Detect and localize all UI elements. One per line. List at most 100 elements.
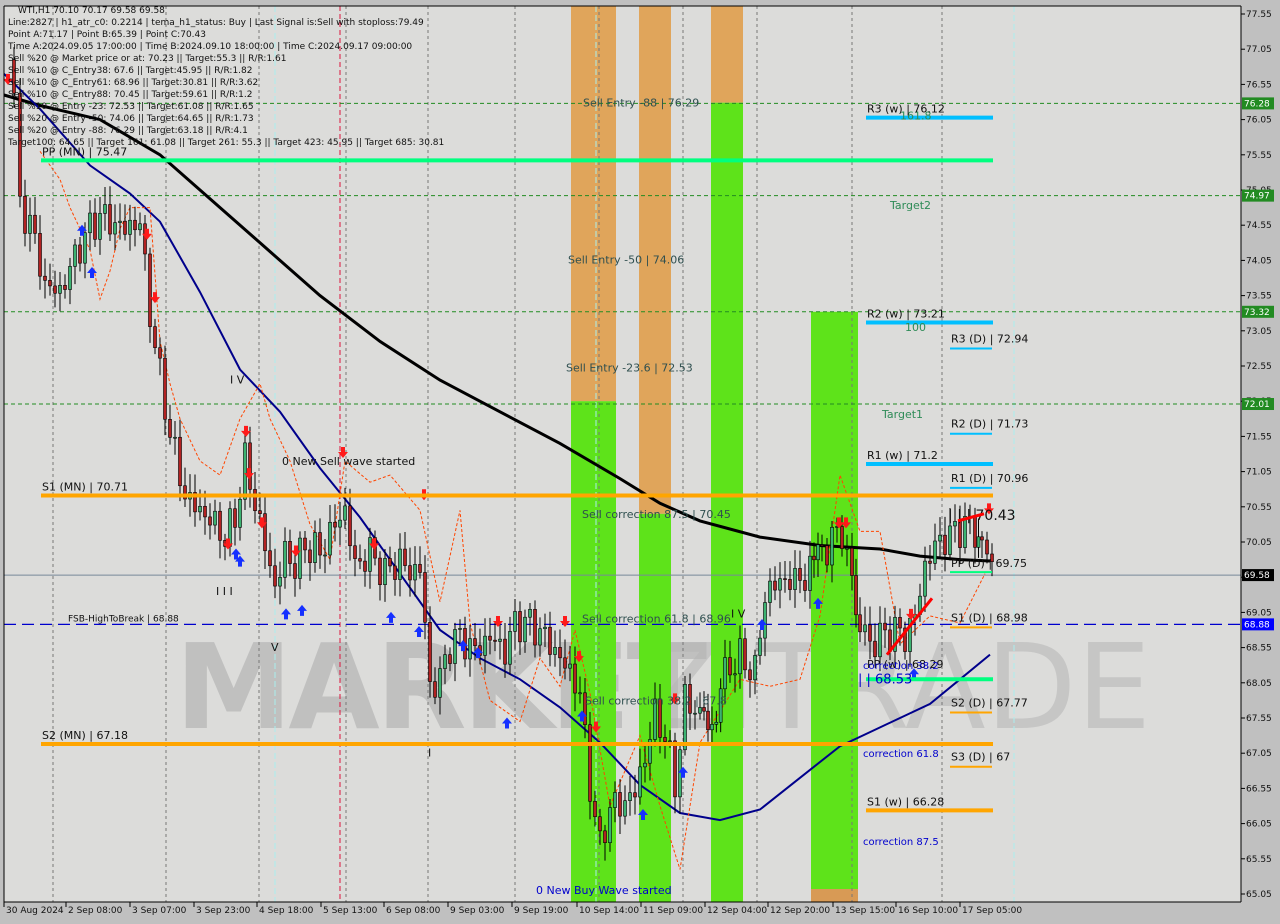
candle-bear (473, 638, 477, 646)
candle-bear (418, 564, 422, 573)
candle-bear (333, 521, 337, 528)
info-line: Sell %20 @ Entry -88: 76.29 || Target:63… (8, 126, 248, 136)
x-tick-label: 2 Sep 08:00 (68, 906, 123, 916)
candle-bear (563, 657, 567, 669)
x-tick-label: 3 Sep 07:00 (132, 906, 187, 916)
candle-bear (728, 657, 732, 676)
candle-bull (538, 628, 542, 646)
candle-bear (588, 724, 592, 802)
zone-label: Sell Entry -23.6 | 72.53 (566, 361, 693, 374)
candle-bear (548, 626, 552, 655)
candle-bear (825, 545, 829, 566)
candle-bear (788, 579, 792, 590)
candle-bear (783, 578, 787, 580)
candle-bull (623, 800, 627, 817)
candle-bull (938, 534, 942, 542)
candle-bull (768, 580, 772, 603)
candle-bear (868, 624, 872, 642)
candle-bear (233, 508, 237, 528)
candle-bear (43, 275, 47, 281)
y-tick-label: 74.55 (1246, 221, 1272, 231)
candle-bear (423, 572, 427, 623)
candle-bear (353, 545, 357, 559)
x-tick-label: 4 Sep 18:00 (259, 906, 314, 916)
candle-bull (238, 498, 242, 528)
correction-label: correction 87.5 (863, 837, 939, 848)
y-tick-label: 67.55 (1246, 714, 1272, 724)
y-tick-label: 72.55 (1246, 362, 1272, 372)
candle-bear (518, 611, 522, 643)
candle-bear (985, 539, 989, 555)
candle-bull (763, 602, 767, 639)
candle-bull (198, 505, 202, 513)
buy-wave-annotation: 0 New Buy Wave started (536, 884, 672, 897)
candle-bear (898, 617, 902, 629)
candle-bear (408, 565, 412, 581)
wave-count-label: I V (731, 607, 746, 620)
daily-level-label: R2 (D) | 71.73 (951, 418, 1028, 431)
candle-bull (628, 792, 632, 801)
candle-bear (673, 740, 677, 798)
target-label: 100 (905, 321, 926, 334)
candle-bull (313, 532, 317, 563)
candle-bear (23, 195, 27, 234)
candle-bear (943, 534, 947, 555)
point-b-annotation: | | 68.53 (858, 672, 912, 687)
x-tick-label: 10 Sep 14:00 (579, 906, 639, 916)
candle-bull (28, 214, 32, 234)
zone-footer (811, 889, 858, 902)
candle-bear (258, 510, 262, 514)
candle-bear (308, 549, 312, 563)
candle-bull (513, 611, 517, 632)
candle-bear (123, 220, 127, 235)
candle-bull (693, 712, 697, 715)
price-tag-label: 73.32 (1244, 308, 1270, 318)
candle-bull (468, 638, 472, 660)
candle-bull (323, 554, 327, 557)
candle-bull (498, 638, 502, 642)
candle-bull (128, 219, 132, 235)
y-tick-label: 68.55 (1246, 644, 1272, 654)
y-tick-label: 76.05 (1246, 116, 1272, 126)
candle-bull (933, 540, 937, 564)
candle-bull (443, 654, 447, 669)
zone-label: Sell correction 87.5 | 70.45 (582, 508, 731, 521)
x-tick-label: 3 Sep 23:00 (196, 906, 251, 916)
candle-bull (73, 244, 77, 267)
candle-bull (98, 213, 102, 240)
fsb-label: FSB-HighToBreak | 68.88 (68, 614, 179, 624)
info-line: Time A:2024.09.05 17:00:00 | Time B:2024… (7, 42, 412, 52)
candle-bull (213, 510, 217, 526)
candle-bear (363, 560, 367, 572)
candle-bear (288, 541, 292, 564)
monthly-level-label: S1 (MN) | 70.71 (42, 481, 128, 494)
candle-bull (553, 647, 557, 655)
candle-bull (816, 544, 820, 561)
candle-bear (488, 635, 492, 641)
x-tick-label: 6 Sep 08:00 (386, 906, 441, 916)
correction-label: correction 61.8 (863, 749, 939, 760)
info-line: Target100: 64.65 || Target 161: 61.08 ||… (7, 138, 444, 148)
candle-bull (383, 558, 387, 585)
candle-bear (663, 737, 667, 742)
candle-bull (698, 707, 702, 714)
correction-label: correction 38.2 (863, 661, 939, 672)
candle-bear (603, 830, 607, 844)
y-tick-label: 73.55 (1246, 292, 1272, 302)
weekly-level-label: R1 (w) | 71.2 (867, 449, 938, 462)
price-chart[interactable]: MARKETZITRADE 161.8Target2100Target1FSB-… (0, 0, 1280, 920)
y-tick-label: 67.05 (1246, 749, 1272, 759)
candle-bull (845, 547, 849, 550)
candle-bull (643, 762, 647, 768)
x-tick-label: 16 Sep 10:00 (898, 906, 958, 916)
candle-bear (38, 233, 42, 277)
candle-bull (103, 204, 107, 214)
candle-bear (388, 558, 392, 567)
candle-bull (738, 638, 742, 675)
current-price-tag-label: 69.58 (1244, 571, 1270, 581)
candle-bull (723, 657, 727, 690)
candle-bull (878, 622, 882, 658)
price-tag-label: 68.88 (1244, 620, 1270, 630)
chart-container[interactable]: MARKETZITRADE 161.8Target2100Target1FSB-… (0, 0, 1280, 920)
x-tick-label: 12 Sep 04:00 (707, 906, 767, 916)
